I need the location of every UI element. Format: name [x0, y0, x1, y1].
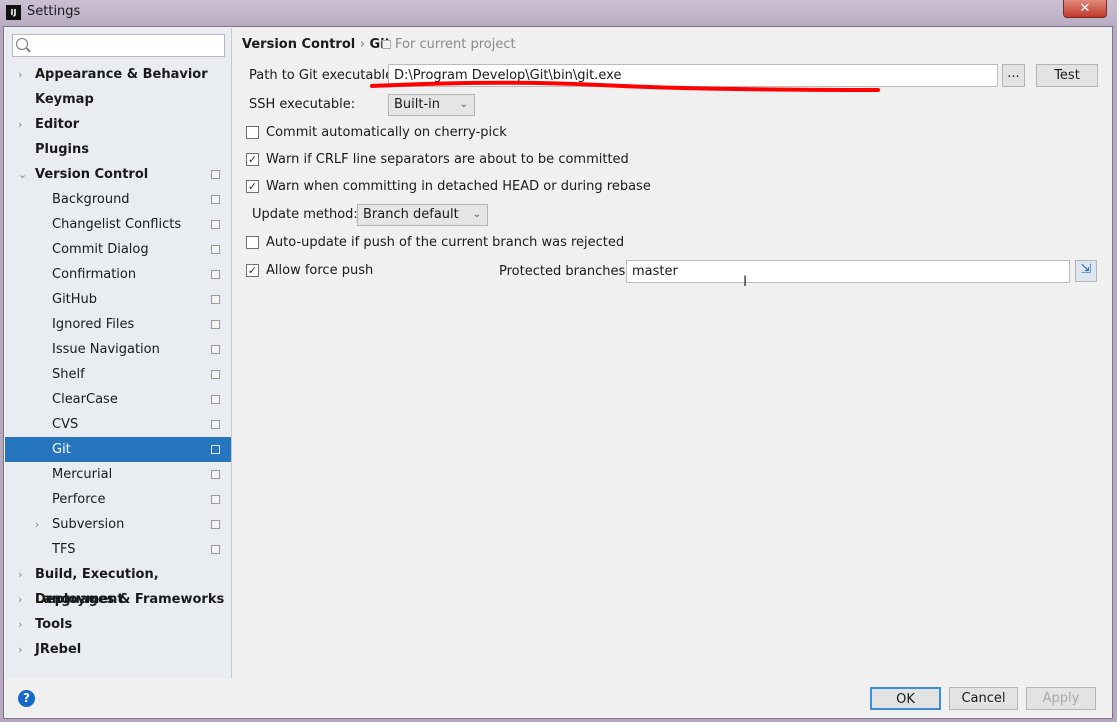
force-push-label: Allow force push: [266, 263, 374, 278]
red-underline-annotation: [370, 80, 880, 92]
detached-head-checkbox[interactable]: ✓: [246, 180, 259, 193]
ok-button[interactable]: OK: [870, 687, 941, 710]
protected-branches-label: Protected branches:: [499, 264, 630, 279]
protected-branches-input[interactable]: master: [626, 260, 1070, 283]
auto-update-checkbox[interactable]: [246, 236, 259, 249]
update-method-select[interactable]: Branch default ⌄: [357, 204, 488, 226]
help-icon[interactable]: ?: [18, 690, 35, 707]
expand-field-icon[interactable]: ⇲: [1075, 260, 1097, 282]
force-push-checkbox[interactable]: ✓: [246, 264, 259, 277]
ssh-label: SSH executable:: [249, 97, 356, 112]
update-method-label: Update method:: [252, 207, 358, 222]
crlf-label: Warn if CRLF line separators are about t…: [266, 152, 629, 167]
detached-head-label: Warn when committing in detached HEAD or…: [266, 179, 651, 194]
crlf-checkbox[interactable]: ✓: [246, 153, 259, 166]
cancel-button[interactable]: Cancel: [949, 687, 1018, 710]
chevron-down-icon: ⌄: [472, 209, 481, 220]
cherry-pick-checkbox[interactable]: [246, 126, 259, 139]
text-cursor-icon: I: [743, 274, 748, 290]
chevron-down-icon: ⌄: [459, 99, 468, 110]
apply-button[interactable]: Apply: [1026, 687, 1096, 710]
auto-update-label: Auto-update if push of the current branc…: [266, 235, 625, 250]
cherry-pick-label: Commit automatically on cherry-pick: [266, 125, 507, 140]
ssh-select[interactable]: Built-in ⌄: [388, 94, 475, 116]
